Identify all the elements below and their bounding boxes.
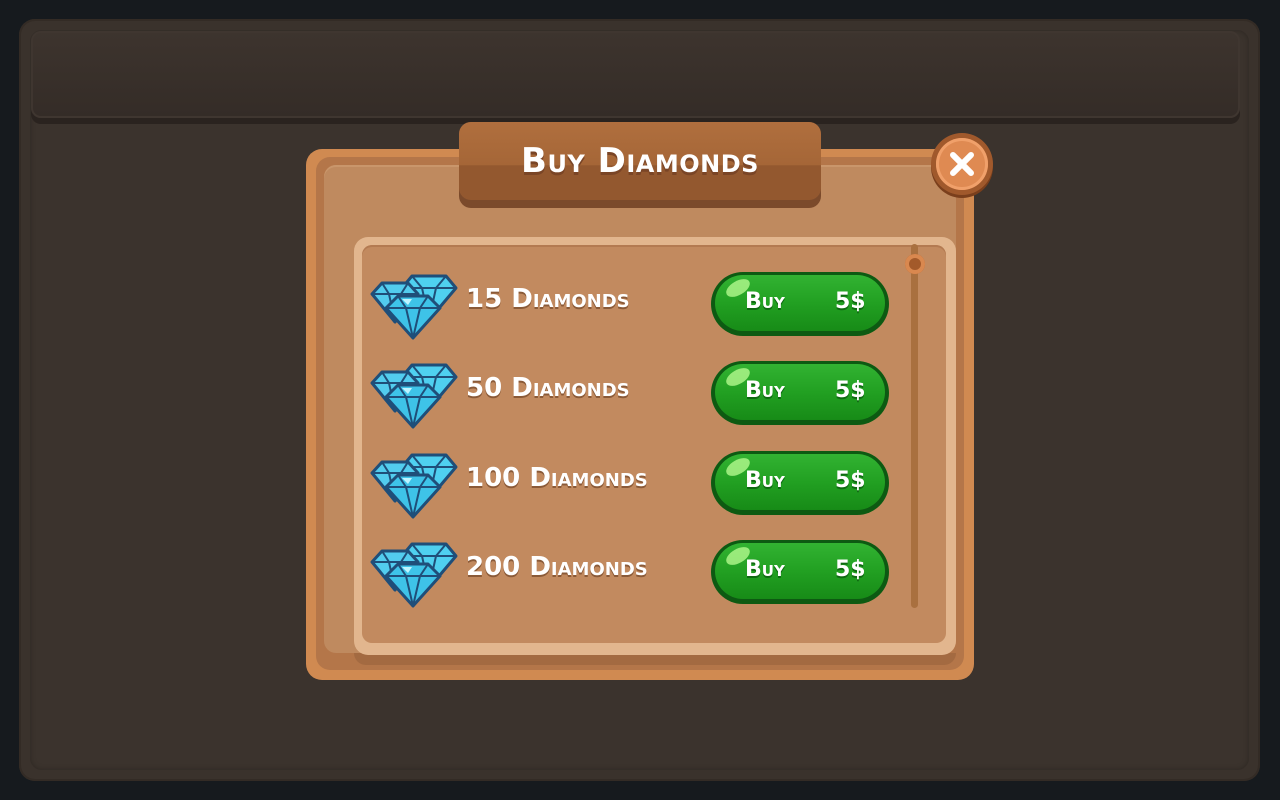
- list-item: 200 Diamonds Buy 5$: [366, 540, 896, 612]
- buy-button[interactable]: Buy 5$: [711, 361, 889, 425]
- price-label: 5$: [835, 378, 866, 403]
- buy-button[interactable]: Buy 5$: [711, 451, 889, 515]
- buy-button[interactable]: Buy 5$: [711, 540, 889, 604]
- buy-button[interactable]: Buy 5$: [711, 272, 889, 336]
- scrollbar-track[interactable]: [911, 244, 918, 608]
- scrollbar-thumb[interactable]: [905, 254, 925, 274]
- price-label: 5$: [835, 557, 866, 582]
- list-item: 15 Diamonds Buy 5$: [366, 272, 896, 344]
- price-label: 5$: [835, 468, 866, 493]
- title-face: Buy Diamonds: [459, 122, 821, 200]
- item-label: 200 Diamonds: [466, 552, 648, 582]
- close-ring: [936, 138, 988, 190]
- buy-button-face: Buy 5$: [715, 543, 885, 599]
- diamonds-icon: [370, 363, 458, 429]
- item-label: 100 Diamonds: [466, 463, 648, 493]
- buy-button-face: Buy 5$: [715, 454, 885, 510]
- diamonds-icon: [370, 453, 458, 519]
- buy-label: Buy: [745, 557, 785, 582]
- close-icon: [950, 152, 974, 176]
- price-label: 5$: [835, 289, 866, 314]
- diamonds-icon: [370, 274, 458, 340]
- buy-button-face: Buy 5$: [715, 364, 885, 420]
- top-bar: [31, 31, 1240, 118]
- buy-label: Buy: [745, 289, 785, 314]
- close-button[interactable]: [931, 133, 993, 195]
- buy-label: Buy: [745, 378, 785, 403]
- list-item: 50 Diamonds Buy 5$: [366, 361, 896, 433]
- item-label: 15 Diamonds: [466, 284, 630, 314]
- list-item: 100 Diamonds Buy 5$: [366, 451, 896, 523]
- title-plaque: Buy Diamonds: [459, 122, 821, 208]
- buy-button-face: Buy 5$: [715, 275, 885, 331]
- dialog-title: Buy Diamonds: [521, 141, 759, 181]
- buy-label: Buy: [745, 468, 785, 493]
- diamonds-icon: [370, 542, 458, 608]
- item-label: 50 Diamonds: [466, 373, 630, 403]
